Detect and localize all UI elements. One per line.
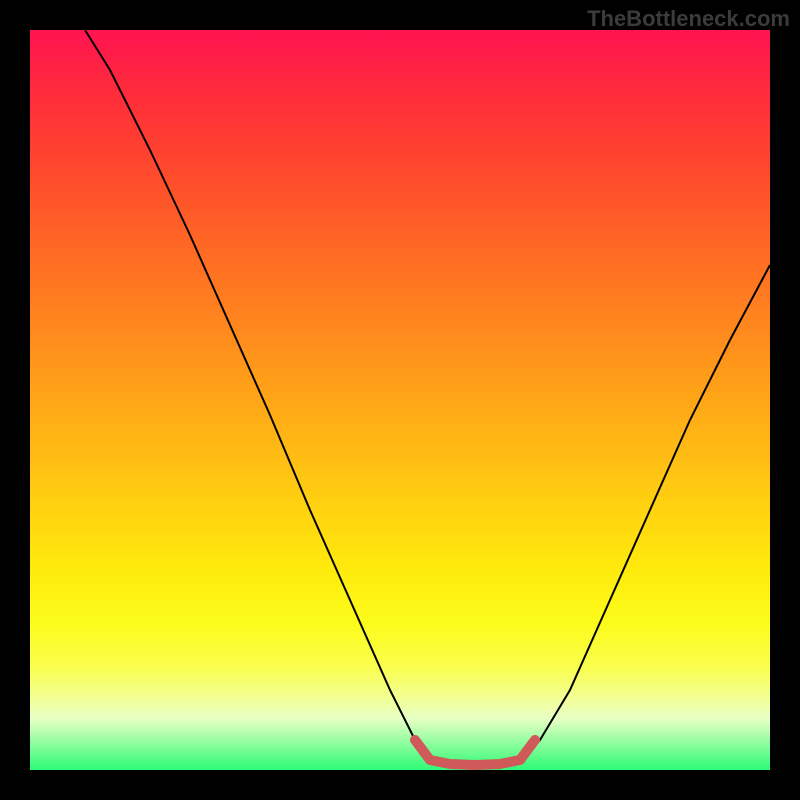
watermark: TheBottleneck.com bbox=[587, 6, 790, 32]
optimal-marker bbox=[415, 740, 535, 765]
curve-right bbox=[520, 265, 770, 760]
chart-svg bbox=[30, 30, 770, 770]
chart-area bbox=[30, 30, 770, 770]
curve-left bbox=[85, 30, 430, 760]
